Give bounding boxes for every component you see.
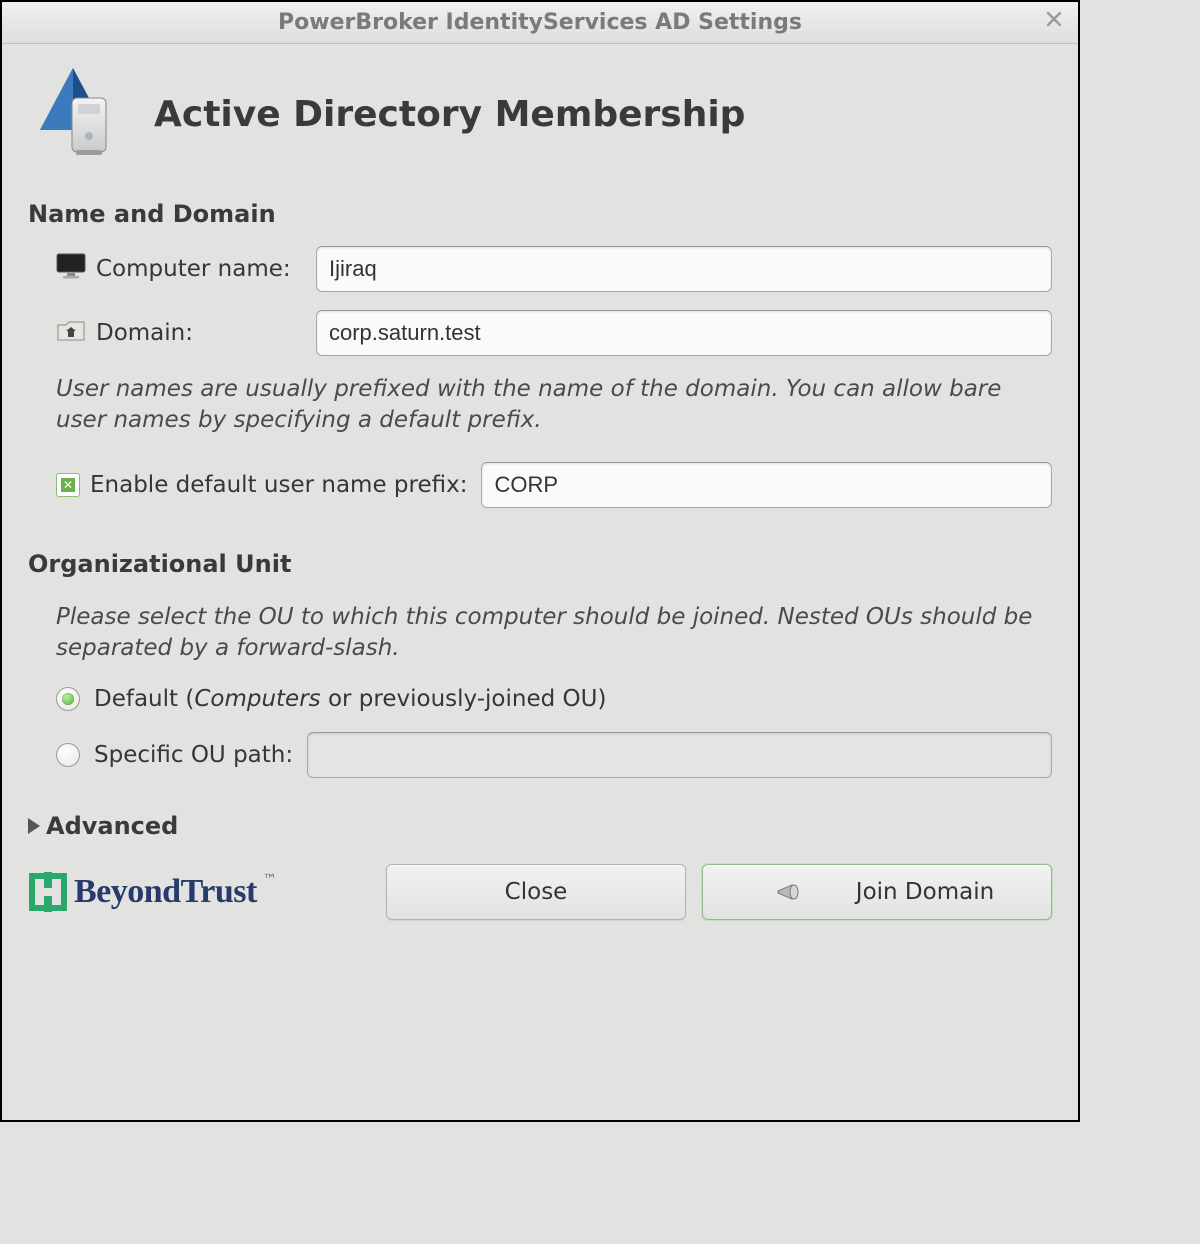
computer-name-label: Computer name: [96,256,291,282]
section-ou: Organizational Unit [28,550,1052,578]
join-domain-button[interactable]: Join Domain [702,864,1052,920]
titlebar: PowerBroker IdentityServices AD Settings [2,2,1078,44]
ou-default-radio[interactable] [56,687,80,711]
folder-home-icon [56,317,86,349]
monitor-icon [56,253,86,285]
ou-help: Please select the OU to which this compu… [56,602,1052,664]
ou-specific-radio[interactable] [56,743,80,767]
ou-path-input[interactable] [307,732,1052,778]
app-icon [28,64,128,164]
prefix-input[interactable] [481,462,1052,508]
ou-default-label: Default (Computers or previously-joined … [94,686,606,712]
brand-logo: BeyondTrust™ [28,872,370,912]
ou-specific-label: Specific OU path: [94,742,293,768]
section-name-domain: Name and Domain [28,200,1052,228]
enable-prefix-label: Enable default user name prefix: [90,472,467,498]
advanced-expander[interactable]: Advanced [28,812,1052,840]
name-domain-help: User names are usually prefixed with the… [56,374,1052,436]
close-icon[interactable] [1044,10,1064,30]
enable-prefix-checkbox[interactable]: ✕ [56,473,80,497]
computer-name-input[interactable] [316,246,1052,292]
window-title: PowerBroker IdentityServices AD Settings [278,10,802,35]
domain-input[interactable] [316,310,1052,356]
advanced-label: Advanced [46,812,178,840]
domain-label: Domain: [96,320,193,346]
chevron-right-icon [28,818,40,834]
page-title: Active Directory Membership [154,94,745,135]
close-button[interactable]: Close [386,864,686,920]
megaphone-icon [776,879,806,905]
settings-dialog: PowerBroker IdentityServices AD Settings [0,0,1080,1122]
